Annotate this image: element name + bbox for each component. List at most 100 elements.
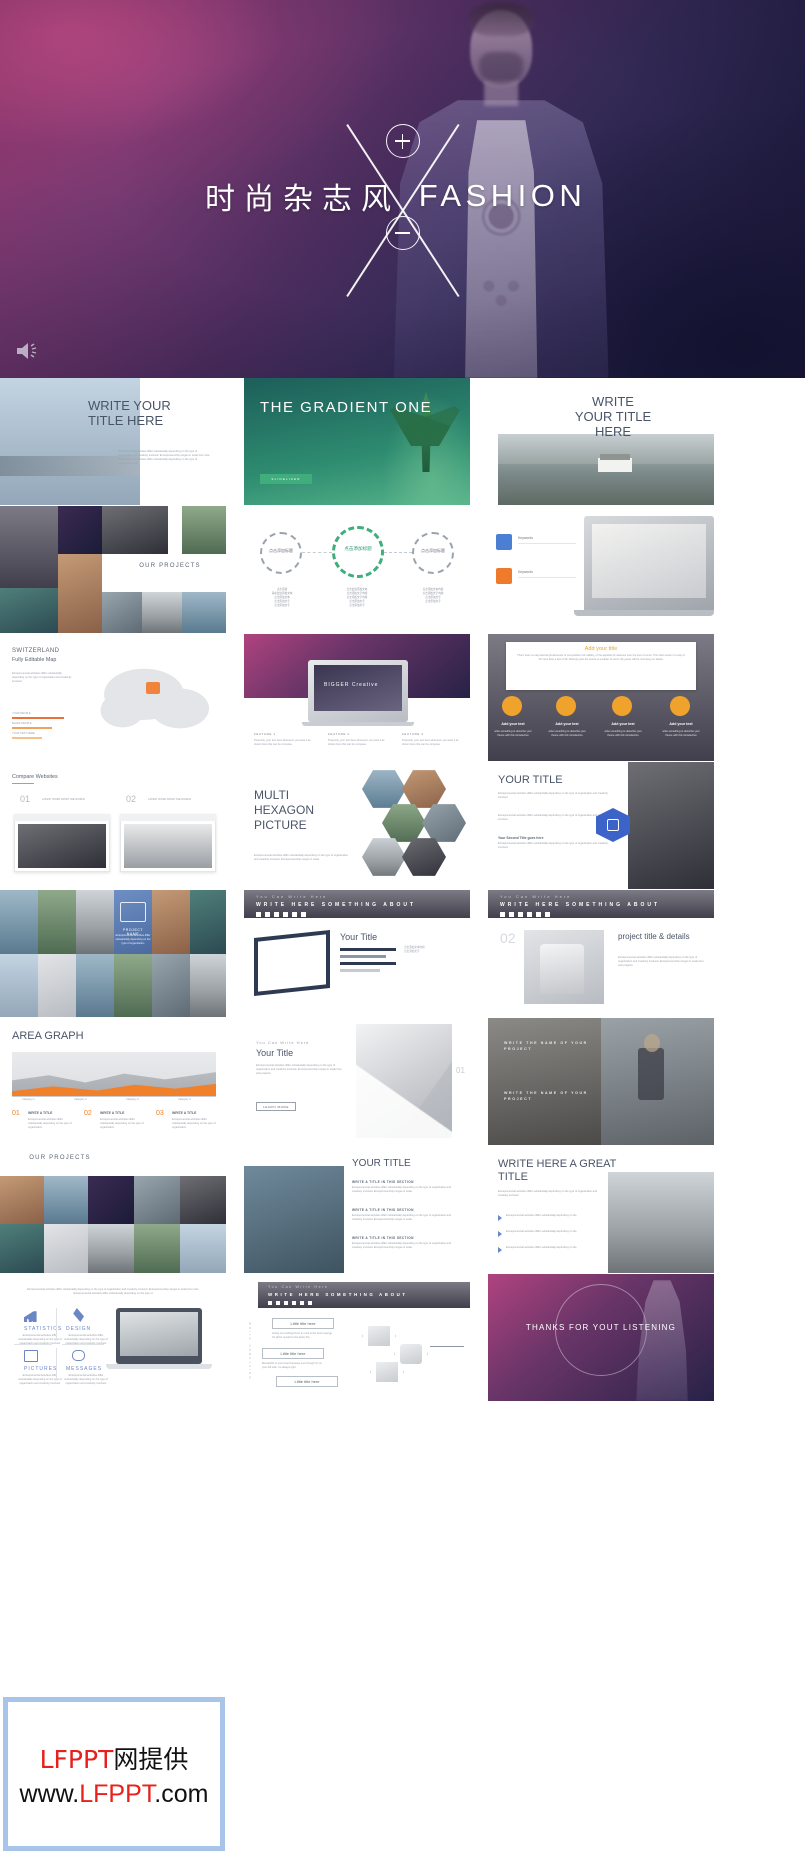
- slide-thumbnail[interactable]: Entrepreneurial activities differ substa…: [0, 1274, 226, 1401]
- pencil-icon: [73, 1308, 84, 1322]
- slide-band: WRITE HERE SOMETHING ABOUT: [256, 902, 417, 908]
- slide-thumbnail[interactable]: OUR PROJECTS: [0, 506, 226, 633]
- watermark-url-tld: .com: [154, 1779, 209, 1808]
- slide-item: 点击此处添加文本 点击添加文字内容 点击添加文字内容 点击添加文字 点击添加文字: [346, 588, 368, 608]
- slide-thumbnail[interactable]: Keywords Keywords: [488, 506, 714, 633]
- slide-thumbnail-grid: WRITE YOUR TITLE HERE Entrepreneurial ac…: [0, 378, 805, 1401]
- slide-title: Your Title: [256, 1048, 294, 1058]
- learn-more-button[interactable]: LEARN MORE: [256, 1102, 296, 1111]
- slide-header: You Can Write Here: [500, 894, 572, 899]
- slide-title-2: WRITE THE NAME OF YOUR PROJECT: [504, 1091, 588, 1101]
- bullet: Entrepreneurial activities differ substa…: [506, 1230, 577, 1233]
- slide-thumbnail[interactable]: WRITE HERE A GREAT TITLE Entrepreneurial…: [488, 1146, 714, 1273]
- slide-thumbnail[interactable]: You Can Write Here Your Title Entreprene…: [244, 1018, 470, 1145]
- slide-num: 01: [456, 1066, 465, 1075]
- label: LATEST WORK FROM THE WORLD: [148, 798, 191, 801]
- chevron-right-icon: [498, 1215, 502, 1221]
- hero-title-row: 时尚杂志风 FASHION: [0, 174, 805, 218]
- slide-thumbnail[interactable]: Compare Websites 01 02 LATEST WORK FROM …: [0, 762, 226, 889]
- slide-badge-label: 点击添加标题: [269, 548, 293, 553]
- label: WRITE A TITLE: [28, 1111, 53, 1115]
- slide-title: BIGGER Creative: [324, 682, 379, 688]
- caption: FEATURE 1: [254, 732, 276, 736]
- slide-title: MULTI HEXAGON PICTURE: [254, 788, 315, 832]
- slide-thumbnail[interactable]: THE GRADIENT ONE SLIDELIZER: [244, 378, 470, 505]
- label: LATEST WORK FROM THE WORLD: [42, 798, 85, 801]
- slide-title: SWITZERLAND: [12, 648, 60, 654]
- slide-thumbnail[interactable]: Add your title That's been a real potent…: [488, 634, 714, 761]
- slide-thumbnail[interactable]: MULTI HEXAGON PICTURE Entrepreneurial ac…: [244, 762, 470, 889]
- slide-thumbnail[interactable]: You Can Write Here WRITE HERE SOMETHING …: [488, 890, 714, 1017]
- num: 02: [126, 794, 137, 804]
- slide-header: You Can Write Here: [268, 1285, 329, 1289]
- section-title: WRITE A TITLE IN THIS SECTION: [352, 1208, 414, 1212]
- slide-row-5: PROJECT NAME Entrepreneurial activities …: [0, 890, 805, 1017]
- slide-title: Your Title: [340, 932, 378, 942]
- slide-item: 点击添加文本内容 点击添加文字内容 点击添加文字 点击添加文字: [422, 588, 444, 604]
- slide-thumbnail[interactable]: BIGGER Creative FEATURE 1 FEATURE 2 FEAT…: [244, 634, 470, 761]
- slide-row-4: Compare Websites 01 02 LATEST WORK FROM …: [0, 762, 805, 889]
- item-label: MESSAGES: [66, 1366, 103, 1372]
- slide-row-3: SWITZERLAND Fully Editable Map Entrepren…: [0, 634, 805, 761]
- slide-title: YOUR TITLE: [498, 774, 563, 786]
- slide-row-1: WRITE YOUR TITLE HERE Entrepreneurial ac…: [0, 378, 805, 505]
- slide-title: AREA GRAPH: [12, 1030, 84, 1042]
- slide-row-8: Entrepreneurial activities differ substa…: [0, 1274, 805, 1401]
- slide-item: Add your text: [611, 722, 635, 726]
- slide-badge-label-center: 点击添加标题: [344, 546, 372, 551]
- slide-thumbnail[interactable]: 点击添加标题 点击添加标题 点击添加标题 点击添加 请在此处添加文本 点击添加文…: [244, 506, 470, 633]
- slide-body: Entrepreneurial activities differ substa…: [12, 672, 72, 684]
- legend-label: YOUR TEXT HERE: [12, 732, 35, 736]
- section-title: WRITE A TITLE IN THIS SECTION: [352, 1236, 414, 1240]
- slide-body: Presently, your text here whenever you w…: [402, 739, 459, 747]
- slide-thumbnail[interactable]: WRITE YOUR TITLE HERE: [488, 378, 714, 505]
- slide-thumbnail[interactable]: YOUR TITLE Entrepreneurial activities di…: [488, 762, 714, 889]
- hero-title-cn: 时尚杂志风: [205, 182, 400, 217]
- slide-thumbnail[interactable]: YOUR TITLE WRITE A TITLE IN THIS SECTION…: [244, 1146, 470, 1273]
- label: WRITE A TITLE: [100, 1111, 125, 1115]
- card-label: Little title here: [280, 1351, 306, 1356]
- slide-body: Entrepreneurial activities differ substa…: [498, 792, 608, 800]
- slide-body: Entrepreneurial activities differ substa…: [118, 450, 210, 466]
- slide-thumbnail[interactable]: THANKS FOR YOUT LISTENING: [488, 1274, 714, 1401]
- slide-band: WRITE HERE SOMETHING ABOUT: [268, 1292, 408, 1297]
- slide-thumbnail[interactable]: WRITE THE NAME OF YOUR PROJECT WRITE THE…: [488, 1018, 714, 1145]
- slide-thumbnail[interactable]: WRITE YOUR TITLE HERE Entrepreneurial ac…: [0, 378, 226, 505]
- num: 01: [20, 794, 31, 804]
- slide-item: Add your text: [555, 722, 579, 726]
- slide-card-label: Keywords: [518, 536, 533, 540]
- slide-thumbnail[interactable]: SWITZERLAND Fully Editable Map Entrepren…: [0, 634, 226, 761]
- slide-item: Add your text: [501, 722, 525, 726]
- slide-side-label: WRITE SOMETHING: [248, 1322, 252, 1381]
- slide-title: project title & details: [618, 932, 690, 941]
- minus-circle-icon: [385, 216, 420, 250]
- slide-title: Compare Websites: [12, 774, 58, 780]
- chevron-right-icon: [498, 1247, 502, 1253]
- slide-body: Presently, your text here whenever you w…: [254, 739, 311, 747]
- slide-badge-label-right: 点击添加标题: [421, 548, 445, 553]
- slide-thumbnail[interactable]: You Can Write Here WRITE HERE SOMETHING …: [244, 890, 470, 1017]
- slide-subtitle: SLIDELIZER: [271, 477, 301, 481]
- slide-item: 点击添加 请在此处添加文本 点击添加文本 点击添加文字 点击添加文字: [271, 588, 293, 608]
- slide-title: WRITE THE NAME OF YOUR PROJECT: [504, 1041, 588, 1051]
- watermark-box: LFPPT网提供 www.LFPPT.com: [3, 1697, 225, 1851]
- slide-body: That's been a real potential predecessor…: [517, 654, 685, 662]
- slide-body-2: Entrepreneurial activities differ substa…: [498, 814, 608, 822]
- slide-thumbnail[interactable]: PROJECT NAME Entrepreneurial activities …: [0, 890, 226, 1017]
- slide-row-6: AREA GRAPH Category 1 Category 2 Categor…: [0, 1018, 805, 1145]
- card-label: Little title here: [290, 1321, 316, 1326]
- slide-thumbnail[interactable]: AREA GRAPH Category 1 Category 2 Categor…: [0, 1018, 226, 1145]
- item-label: DESIGN: [66, 1326, 92, 1332]
- chevron-right-icon: [498, 1231, 502, 1237]
- caption: FEATURE 2: [328, 732, 350, 736]
- slide-title: WRITE YOUR TITLE HERE: [88, 398, 171, 428]
- legend-label: BLUES PEOPLE: [12, 722, 32, 726]
- slide-body: Entrepreneurial activities differ substa…: [498, 1190, 598, 1198]
- speaker-icon[interactable]: [14, 340, 40, 362]
- slide-card-label: Keywords: [518, 570, 533, 574]
- slide-item: Add your text: [669, 722, 693, 726]
- slide-thumbnail[interactable]: You Can Write Here WRITE HERE SOMETHING …: [244, 1274, 470, 1401]
- chart-icon: [24, 1311, 37, 1322]
- bullet: Entrepreneurial activities differ substa…: [506, 1246, 577, 1249]
- slide-thumbnail[interactable]: OUR PROJECTS: [0, 1146, 226, 1273]
